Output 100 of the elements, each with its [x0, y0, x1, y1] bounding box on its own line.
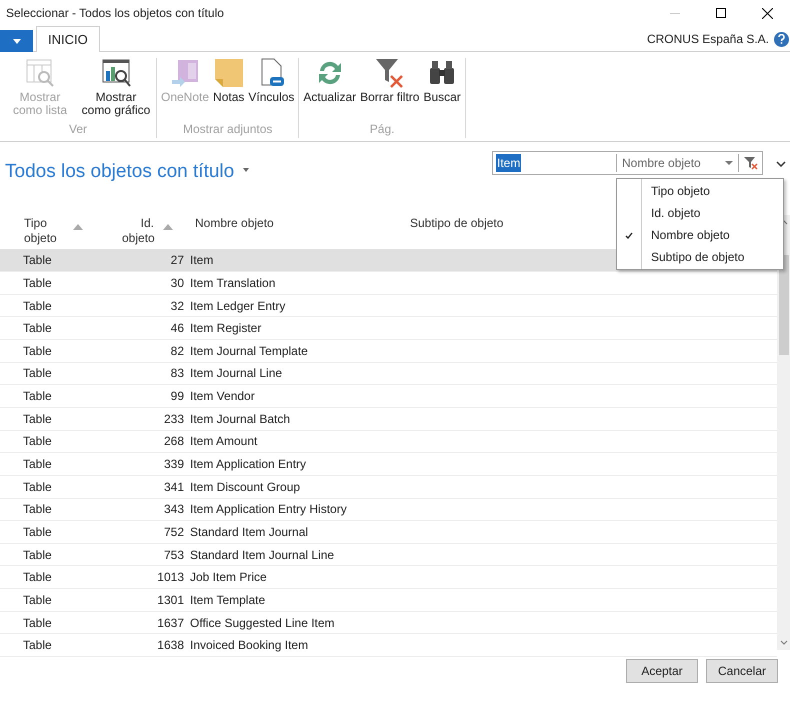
table-row[interactable]: Table 1013 Job Item Price — [0, 566, 777, 590]
sort-ascending-icon — [73, 224, 83, 230]
table-cell-text: 30 — [170, 274, 184, 292]
table-cell-text: 1637 — [156, 614, 184, 632]
ribbon-button[interactable]: Vínculos — [248, 58, 294, 104]
table-row[interactable]: Table 1301 Item Template — [0, 589, 777, 612]
table-cell-text: 1301 — [156, 592, 184, 609]
table-cell-text: 99 — [170, 388, 184, 406]
table-cell-text: Standard Item Journal — [189, 524, 308, 541]
app-menu-button[interactable] — [0, 30, 33, 52]
column-header[interactable]: Id. objeto — [122, 216, 154, 246]
ribbon-button[interactable]: Notas — [213, 58, 244, 104]
table-cell-text: Table — [22, 410, 53, 428]
filter-clear-icon — [374, 58, 405, 88]
table-cell-text: Office Suggested Line Item — [189, 614, 335, 632]
caret-icon — [12, 38, 20, 44]
table-row[interactable]: Table 1638 Invoiced Booking Item — [0, 634, 777, 657]
table-row[interactable]: Table 339 Item Application Entry — [0, 453, 777, 476]
menu-item[interactable]: Nombre objeto — [617, 224, 783, 246]
table-cell-text: Item Amount — [189, 433, 258, 450]
page-title: Todos los objetos con título — [5, 160, 234, 184]
table-row[interactable]: Table 30 Item Translation — [0, 272, 777, 295]
ribbon-button[interactable]: Buscar — [423, 58, 461, 104]
table-cell-text: Table — [22, 433, 53, 450]
table-cell-text: 82 — [170, 342, 184, 360]
window-title: Seleccionar - Todos los objetos con título — [6, 5, 224, 22]
table-cell-text: 339 — [162, 456, 184, 474]
table-cell-text: Standard Item Journal Line — [189, 546, 334, 564]
scrollbar-thumb[interactable] — [778, 255, 788, 355]
menu-item[interactable]: Id. objeto — [617, 202, 783, 224]
table-cell-text: 1013 — [156, 569, 184, 586]
table-cell-text: Table — [22, 320, 53, 338]
chevron-down-icon[interactable] — [776, 161, 786, 167]
table-cell-text: 341 — [162, 478, 184, 496]
scrollbar[interactable] — [777, 215, 790, 650]
menu-item[interactable]: Tipo objeto — [617, 180, 783, 202]
table-cell-text: Item Register — [189, 320, 262, 338]
table-cell-text: Item Discount Group — [189, 478, 300, 496]
table-cell-text: Table — [22, 637, 53, 654]
chart-view-icon — [101, 58, 131, 88]
table-cell-text: Table — [22, 298, 53, 315]
column-header[interactable]: Subtipo de objeto — [410, 216, 504, 231]
table-cell-text: Table — [22, 614, 53, 632]
help-icon[interactable] — [774, 32, 789, 46]
table-row[interactable]: Table 83 Item Journal Line — [0, 362, 777, 386]
table-row[interactable]: Table 46 Item Register — [0, 317, 777, 340]
column-header[interactable]: Tipo objeto — [24, 216, 64, 246]
table-cell-text: Item Application Entry — [189, 456, 306, 474]
table-cell-text: Job Item Price — [189, 569, 267, 586]
ribbon-tab[interactable]: INICIO — [36, 26, 100, 52]
table-cell-text: Table — [22, 501, 53, 518]
table-row[interactable]: Table 753 Standard Item Journal Line — [0, 544, 777, 566]
table-cell-text: 27 — [170, 252, 184, 270]
table-cell-text: 753 — [162, 546, 184, 564]
table-cell-text: Item Journal Batch — [189, 410, 290, 428]
caret-icon[interactable] — [243, 168, 250, 172]
note-icon — [214, 58, 244, 88]
ribbon-group-label: Ver — [68, 121, 87, 138]
field-selector[interactable]: Nombre objeto — [616, 154, 738, 172]
table-cell-text: 268 — [162, 433, 184, 450]
table-cell-text: 46 — [170, 320, 184, 338]
table-cell-text: Item Translation — [189, 274, 276, 292]
close-icon — [762, 8, 772, 18]
table-row[interactable]: Table 1637 Office Suggested Line Item — [0, 612, 777, 634]
table-cell-text: Table — [22, 569, 53, 586]
sort-ascending-icon — [163, 224, 173, 230]
table-cell-text: Table — [22, 388, 53, 406]
filter-clear-icon[interactable] — [744, 156, 758, 170]
column-header[interactable]: Nombre objeto — [195, 216, 274, 231]
table-row[interactable]: Table 99 Item Vendor — [0, 385, 777, 408]
table-cell-text: 343 — [162, 501, 184, 518]
scroll-down-icon[interactable] — [780, 640, 788, 645]
table-row[interactable]: Table 268 Item Amount — [0, 430, 777, 454]
table-cell-text: Table — [22, 365, 53, 382]
table-cell-text: Invoiced Booking Item — [189, 637, 308, 654]
ribbon-group-label: Mostrar adjuntos — [183, 121, 272, 138]
table-row[interactable]: Table 343 Item Application Entry History — [0, 498, 777, 522]
table-cell-text: Table — [22, 524, 53, 541]
ribbon-button[interactable]: Actualizar — [303, 58, 356, 104]
table-cell-text: Table — [22, 252, 53, 270]
table-cell-text: 32 — [170, 298, 184, 315]
dialog-button[interactable]: Cancelar — [706, 659, 778, 683]
table-cell-text: Table — [22, 546, 53, 564]
company-name: CRONUS España S.A. — [646, 31, 769, 48]
ribbon-button[interactable]: Mostrar como gráfico — [80, 58, 152, 117]
filter-field[interactable]: Item Nombre objeto — [492, 151, 763, 175]
table-row[interactable]: Table 752 Standard Item Journal — [0, 521, 777, 544]
table-row[interactable]: Table 233 Item Journal Batch — [0, 408, 777, 431]
ribbon-button[interactable]: Borrar filtro — [360, 58, 420, 104]
table-row[interactable]: Table 82 Item Journal Template — [0, 340, 777, 363]
table-cell-text: Table — [22, 456, 53, 474]
table-cell-text: Table — [22, 342, 53, 360]
table-cell-text: Item Application Entry History — [189, 501, 347, 518]
table-cell-text: 233 — [162, 410, 184, 428]
dialog-button[interactable]: Aceptar — [626, 659, 698, 683]
table-row[interactable]: Table 32 Item Ledger Entry — [0, 294, 777, 318]
table-row[interactable]: Table 341 Item Discount Group — [0, 476, 777, 498]
check-icon — [625, 232, 633, 238]
onenote-icon — [170, 58, 200, 88]
list-view-icon — [25, 58, 55, 88]
